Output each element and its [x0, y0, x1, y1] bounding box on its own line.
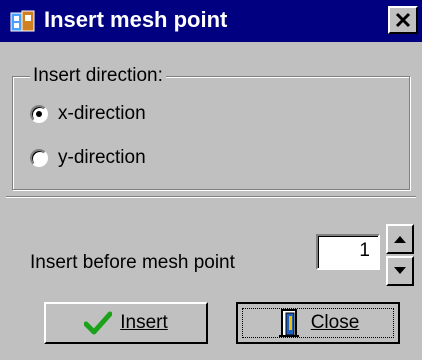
radio-y-direction[interactable]: y-direction: [30, 146, 146, 170]
title-close-button[interactable]: [388, 6, 418, 34]
insert-direction-group: [12, 76, 410, 190]
spin-up-button[interactable]: [386, 224, 414, 254]
group-legend: Insert direction:: [30, 64, 166, 88]
radio-label-y: y-direction: [58, 147, 146, 168]
window-title: Insert mesh point: [44, 7, 228, 32]
radio-button-x[interactable]: [30, 105, 48, 123]
separator: [6, 196, 416, 198]
spin-down-button[interactable]: [386, 256, 414, 286]
focus-rectangle: [242, 308, 394, 338]
checkmark-icon: [84, 311, 113, 335]
radio-button-y[interactable]: [30, 149, 48, 167]
title-bar[interactable]: Insert mesh point: [0, 0, 422, 42]
radio-x-direction[interactable]: x-direction: [30, 102, 146, 126]
app-icon: [10, 9, 36, 33]
insert-mesh-point-dialog: Insert mesh point Insert direction: x-di…: [0, 0, 422, 360]
arrow-down-icon: [394, 267, 406, 274]
mesh-point-input[interactable]: 1: [316, 234, 380, 270]
arrow-up-icon: [394, 236, 406, 243]
insert-button-label: Insert: [120, 312, 168, 333]
radio-label-x: x-direction: [58, 103, 146, 124]
mesh-point-label: Insert before mesh point: [30, 252, 235, 273]
close-button[interactable]: Close: [236, 302, 400, 344]
insert-button[interactable]: Insert: [44, 302, 208, 344]
close-icon: [395, 12, 411, 28]
